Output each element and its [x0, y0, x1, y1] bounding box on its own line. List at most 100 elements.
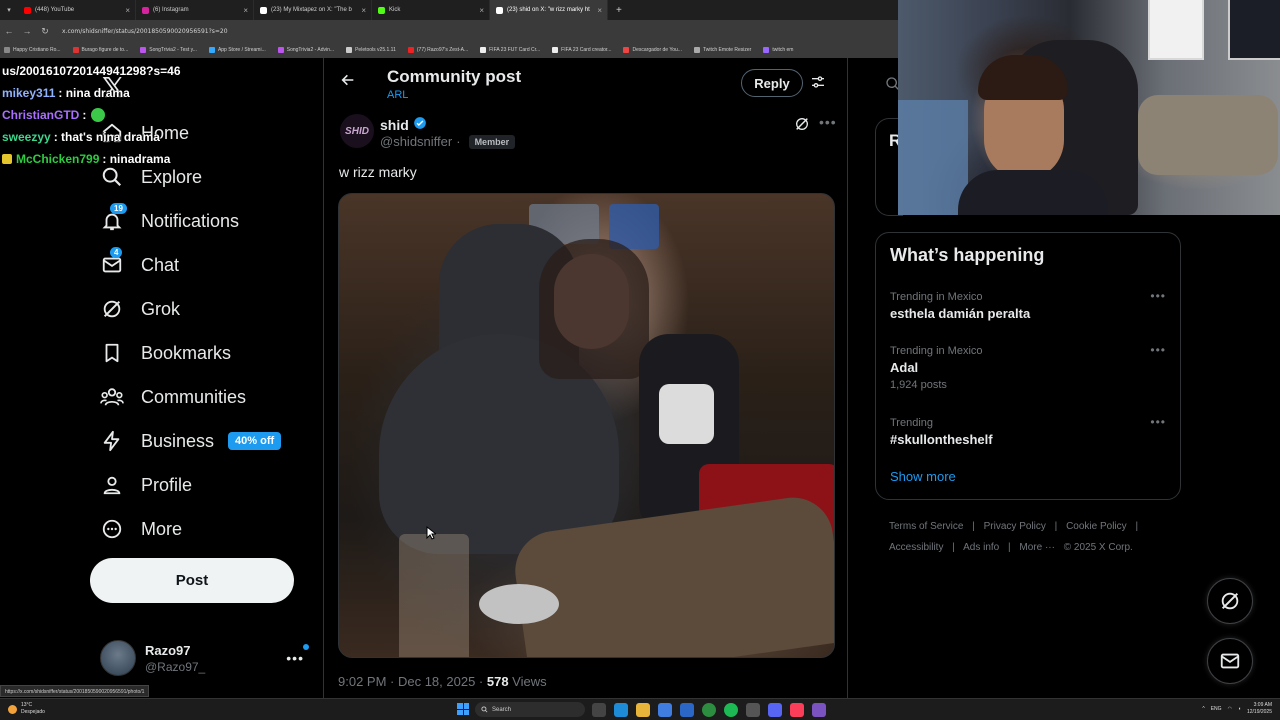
nav-label: Grok — [141, 298, 181, 319]
browser-tab-x-shid[interactable]: (23) shid on X: "w rizz marky ht × — [490, 0, 608, 20]
nav-label: Notifications — [141, 210, 240, 231]
chat-text: : — [82, 108, 87, 122]
wifi-icon[interactable]: ◠ — [1228, 706, 1232, 712]
back-arrow-icon[interactable] — [340, 72, 356, 93]
author-avatar[interactable]: SHID — [340, 114, 374, 148]
new-tab-button[interactable]: + — [608, 5, 630, 16]
webcam-background — [898, 100, 968, 215]
bookmark-item[interactable]: twitch em — [763, 47, 793, 53]
post-text: w rizz marky — [339, 164, 417, 180]
post-views-count: 578 — [486, 674, 509, 689]
reload-icon[interactable]: ↻ — [36, 26, 54, 37]
mail-icon[interactable] — [680, 703, 694, 717]
trend-more-icon[interactable]: ••• — [1150, 343, 1166, 357]
nav-item-profile[interactable]: Profile — [100, 470, 192, 500]
url-field[interactable]: x.com/shidsniffer/status/200185059002095… — [62, 28, 228, 35]
task-view-icon[interactable] — [592, 703, 606, 717]
post-media-image[interactable] — [338, 193, 835, 658]
nav-item-bookmarks[interactable]: Bookmarks — [100, 338, 231, 368]
post-button[interactable]: Post — [90, 558, 294, 603]
bookmark-label: Burago figure de to... — [81, 47, 129, 53]
chrome-icon[interactable] — [702, 703, 716, 717]
spotify-icon[interactable] — [724, 703, 738, 717]
reply-button[interactable]: Reply — [741, 69, 803, 97]
trend-item[interactable]: Trending in Mexico Adal 1,924 posts ••• — [890, 343, 1170, 391]
bookmark-item[interactable]: FIFA 23 Card creator... — [552, 47, 611, 53]
nav-item-communities[interactable]: Communities — [100, 382, 246, 412]
browser-tab-youtube[interactable]: (448) YouTube × — [18, 0, 136, 20]
messages-floating-button[interactable] — [1207, 638, 1253, 684]
chat-username: sweezyy — [2, 130, 51, 144]
tray-chevron-icon[interactable]: ^ — [1202, 706, 1204, 712]
bookmark-icon — [763, 47, 770, 53]
close-tab-icon[interactable]: × — [597, 6, 602, 15]
trend-item[interactable]: Trending in Mexico esthela damián peralt… — [890, 289, 1170, 321]
trend-more-icon[interactable]: ••• — [1150, 289, 1166, 303]
reply-settings-icon[interactable] — [810, 74, 826, 95]
post-more-icon[interactable]: ••• — [819, 114, 837, 130]
nav-item-business[interactable]: Business 40% off — [100, 426, 282, 456]
footer-separator: | — [952, 542, 955, 553]
bookmark-item[interactable]: Descargador de You... — [623, 47, 682, 53]
bookmark-item[interactable]: Happy Cristiano Ro... — [4, 47, 61, 53]
close-tab-icon[interactable]: × — [361, 6, 366, 15]
nav-item-chat[interactable]: 4 Chat — [100, 247, 179, 280]
edge-icon[interactable] — [614, 703, 628, 717]
back-icon[interactable]: ← — [0, 26, 18, 36]
tray-language[interactable]: ENG — [1211, 706, 1222, 712]
file-explorer-icon[interactable] — [636, 703, 650, 717]
windows-start-icon[interactable] — [457, 703, 469, 715]
trend-name: Adal — [890, 360, 919, 375]
tray-clock[interactable]: 3:09 AM 12/19/2025 — [1247, 702, 1272, 716]
footer-link-privacy[interactable]: Privacy Policy — [984, 521, 1046, 532]
close-tab-icon[interactable]: × — [479, 6, 484, 15]
bookmark-item[interactable]: Peletools v25.1.11 — [346, 47, 396, 53]
app-icon[interactable] — [812, 703, 826, 717]
nav-item-grok[interactable]: Grok — [100, 294, 180, 324]
bookmark-item[interactable]: FIFA 23 FUT Card Cr... — [480, 47, 540, 53]
footer-link-ads-info[interactable]: Ads info — [963, 542, 999, 553]
grok-icon[interactable] — [794, 116, 810, 137]
obs-icon[interactable] — [746, 703, 760, 717]
chat-username: McChicken799 — [16, 152, 100, 166]
bookmark-item[interactable]: (77) Razo97's Zest-A... — [407, 47, 468, 53]
trend-item[interactable]: Trending #skullontheshelf ••• — [890, 415, 1170, 447]
music-icon[interactable] — [790, 703, 804, 717]
bookmark-item[interactable]: App Store / Streami... — [208, 47, 266, 53]
taskbar-search[interactable]: Search — [475, 702, 585, 717]
grok-floating-button[interactable] — [1207, 578, 1253, 624]
discord-icon[interactable] — [768, 703, 782, 717]
close-tab-icon[interactable]: × — [125, 6, 130, 15]
footer-link-more[interactable]: More ··· — [1019, 542, 1055, 553]
community-name-link[interactable]: ARL — [387, 89, 408, 101]
nav-item-more[interactable]: More — [100, 514, 182, 544]
footer-link-accessibility[interactable]: Accessibility — [889, 542, 943, 553]
author-handle[interactable]: @shidsniffer — [380, 134, 452, 149]
footer-link-cookies[interactable]: Cookie Policy — [1066, 521, 1127, 532]
account-switcher[interactable]: Razo97 @Razo97_ ••• — [100, 638, 310, 678]
bookmark-item[interactable]: Twitch Emote Resizer — [693, 47, 751, 53]
close-tab-icon[interactable]: × — [243, 6, 248, 15]
browser-tab-x-mixtapez[interactable]: (23) My Mixtapez on X: "The b × — [254, 0, 372, 20]
weather-icon — [8, 704, 17, 714]
trend-more-icon[interactable]: ••• — [1150, 415, 1166, 429]
tray-date: 12/19/2025 — [1246, 709, 1272, 715]
author-name[interactable]: shid — [380, 116, 427, 133]
show-more-link[interactable]: Show more — [890, 469, 956, 484]
post-timestamp[interactable]: 9:02 PM · Dec 18, 2025 · — [338, 674, 487, 689]
bookmark-item[interactable]: SongTrivia2 - Test y... — [140, 47, 197, 53]
nav-item-notifications[interactable]: 19 Notifications — [100, 203, 240, 236]
bookmark-icon — [4, 47, 10, 53]
bookmark-item[interactable]: SongTrivia2 - Advin... — [277, 47, 334, 53]
browser-tab-instagram[interactable]: (6) Instagram × — [136, 0, 254, 20]
browser-tab-kick[interactable]: Kick × — [372, 0, 490, 20]
account-more-icon[interactable]: ••• — [286, 650, 304, 666]
weather-widget[interactable]: 13°C Despejado — [8, 702, 45, 716]
tab-search-icon[interactable]: ▾ — [0, 6, 18, 14]
store-icon[interactable] — [658, 703, 672, 717]
forward-icon[interactable]: → — [18, 26, 36, 36]
footer-link-terms[interactable]: Terms of Service — [889, 521, 963, 532]
volume-icon[interactable]: ◖ — [1238, 706, 1241, 712]
bookmark-icon — [693, 47, 700, 53]
bookmark-item[interactable]: Burago figure de to... — [72, 47, 129, 53]
